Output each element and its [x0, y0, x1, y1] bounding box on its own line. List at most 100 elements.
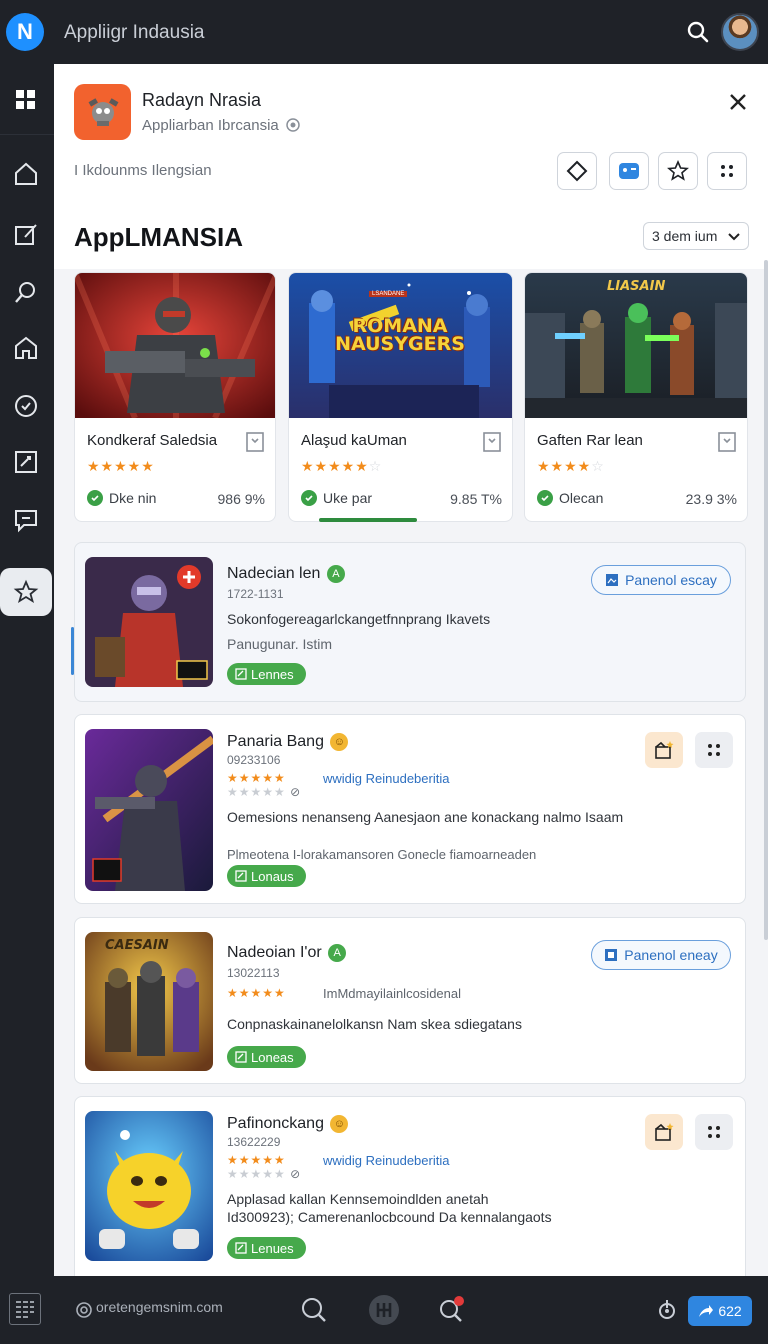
list-item[interactable]: Panaria Bang ☺ 09233106 ★★★★★ ★★★★★ ⊘ ww…: [74, 714, 746, 904]
status-text: Dke nin: [109, 490, 157, 506]
rating-stars: ★★★★★: [227, 1153, 286, 1167]
featured-card[interactable]: LIASAIN Gaften Rar lean ★★★★☆ Olecan 23.…: [524, 272, 748, 522]
avatar[interactable]: [721, 13, 759, 51]
home-hub-icon[interactable]: [368, 1294, 400, 1326]
rating-link[interactable]: wwidig Reinudeberitia: [323, 1153, 449, 1168]
rating-text: ImMdmayilainlcosidenal: [323, 986, 461, 1001]
percentage: 986 9%: [217, 491, 265, 507]
share-icon: [699, 1305, 714, 1317]
game-description: Sokonfogereagarlckangetfnnprang Ikavets: [227, 611, 491, 627]
game-id: 1722-1131: [227, 587, 284, 601]
game-name: Gaften Rar lean: [537, 432, 643, 449]
sidebar: [0, 64, 54, 1276]
game-thumbnail: [85, 1111, 213, 1261]
diamond-button[interactable]: [557, 152, 597, 190]
chart-icon[interactable]: [6, 442, 46, 482]
bookmark-icon[interactable]: [717, 431, 737, 453]
rating-stars: ★★★★★☆: [301, 458, 383, 474]
dots-grid-icon: [708, 744, 720, 756]
game-name: Alaşud kaUman: [301, 432, 407, 449]
featured-button[interactable]: [645, 732, 683, 768]
list-item[interactable]: CAESAIN Nadeoian I'or A 13022113 ★★★★★ I…: [74, 917, 746, 1084]
site-url[interactable]: oretengemsnim.com: [96, 1299, 223, 1315]
status-text: Olecan: [559, 490, 604, 506]
notifications-search-icon[interactable]: [436, 1294, 468, 1326]
dots-grid-icon: [708, 1126, 720, 1138]
scrollbar[interactable]: [764, 260, 768, 940]
verified-badge: A: [328, 944, 347, 962]
rating-stars-secondary: ★★★★★ ⊘: [227, 785, 302, 799]
share-count-button[interactable]: 622: [688, 1296, 752, 1326]
edit-icon[interactable]: [6, 214, 46, 254]
location-icon[interactable]: [651, 1294, 683, 1326]
game-art: [75, 273, 275, 420]
search-icon[interactable]: [6, 272, 46, 312]
tag-pill[interactable]: Lennes: [227, 663, 306, 685]
panel-eneay-button[interactable]: Panenol eneay: [591, 940, 731, 970]
check-icon: [87, 490, 103, 506]
tag-icon: [235, 1242, 247, 1254]
search-icon[interactable]: [684, 18, 712, 46]
rating-stars: ★★★★☆: [537, 458, 605, 474]
emoji-icon: ☺: [330, 733, 349, 751]
bookmark-icon[interactable]: [482, 431, 502, 453]
timer-icon[interactable]: [6, 386, 46, 426]
search-icon[interactable]: [298, 1294, 330, 1326]
rating-stars: ★★★★★: [87, 458, 155, 474]
tag-pill[interactable]: Lonaus: [227, 865, 306, 887]
close-icon[interactable]: [724, 88, 752, 116]
art-title: ROMANA NAUSYGERS: [335, 315, 465, 355]
game-thumbnail: CAESAIN: [85, 932, 213, 1071]
featured-button[interactable]: [645, 1114, 683, 1150]
gamepad-button[interactable]: [609, 152, 649, 190]
status-text: Uke par: [323, 490, 373, 506]
verified-badge: A: [326, 565, 345, 583]
more-options-button[interactable]: [695, 732, 733, 768]
app-detail-panel: Radayn Nrasia Appliarban Ibrcansia I Ikd…: [54, 64, 768, 1276]
clapper-star-icon: [655, 741, 674, 759]
game-name: Kondkeraf Saledsia: [87, 432, 218, 449]
diamond-icon: [566, 160, 588, 182]
message-icon[interactable]: [6, 500, 46, 540]
image-icon: [606, 574, 619, 586]
gamepad-icon: [619, 163, 639, 179]
more-options-button[interactable]: [695, 1114, 733, 1150]
tag-pill[interactable]: Lenues: [227, 1237, 306, 1259]
game-thumbnail: [85, 557, 213, 687]
grid-icon[interactable]: [6, 80, 46, 120]
tag-pill[interactable]: Loneas: [227, 1046, 306, 1068]
bookmark-icon[interactable]: [245, 431, 265, 453]
game-description-line-2: Id300923); Camerenanlocbcound Da kennala…: [227, 1209, 552, 1225]
app-logo[interactable]: N: [6, 13, 44, 51]
game-art: LIASAIN: [525, 273, 747, 418]
home-icon[interactable]: [6, 154, 46, 194]
favorite-button[interactable]: [658, 152, 698, 190]
favorites-star-icon[interactable]: [0, 568, 52, 616]
featured-card[interactable]: LSANDANE ROMANA NAUSYGERS Alaşud kaUman …: [288, 272, 513, 522]
game-name: Pafinonckang ☺: [227, 1115, 349, 1133]
more-options-button[interactable]: [707, 152, 747, 190]
house-icon[interactable]: [6, 328, 46, 368]
percentage: 23.9 3%: [685, 491, 737, 507]
game-id: 13622229: [227, 1135, 281, 1149]
emoji-icon: ☺: [330, 1115, 349, 1133]
breadcrumb: I Ikdounms Ilengsian: [74, 162, 212, 179]
rating-link[interactable]: wwidig Reinudeberitia: [323, 771, 449, 786]
panel-escay-button[interactable]: Panenol escay: [591, 565, 731, 595]
bottom-bar: oretengemsnim.com 622: [0, 1276, 768, 1344]
art-title: LIASAIN: [607, 279, 666, 294]
star-outline-icon: [667, 160, 689, 181]
featured-card[interactable]: Kondkeraf Saledsia ★★★★★ Dke nin 986 9%: [74, 272, 276, 522]
game-id: 13022113: [227, 966, 280, 980]
list-item[interactable]: Nadecian len A 1722-1131 Sokonfogereagar…: [74, 542, 746, 702]
active-tab-indicator: [319, 518, 417, 522]
clapper-star-icon: [655, 1123, 674, 1141]
game-description: Oemesions nenanseng Aanesjaon ane konack…: [227, 809, 624, 825]
panel-header: Radayn Nrasia Appliarban Ibrcansia I Ikd…: [54, 64, 768, 269]
art-banner-label: LSANDANE: [369, 291, 408, 297]
game-id: 09233106: [227, 753, 281, 767]
rating-stars-secondary: ★★★★★ ⊘: [227, 1167, 302, 1181]
sort-dropdown[interactable]: 3 dem ium: [643, 222, 749, 250]
list-item[interactable]: Pafinonckang ☺ 13622229 ★★★★★ ★★★★★ ⊘ ww…: [74, 1096, 746, 1276]
qr-code-icon[interactable]: [9, 1293, 41, 1325]
